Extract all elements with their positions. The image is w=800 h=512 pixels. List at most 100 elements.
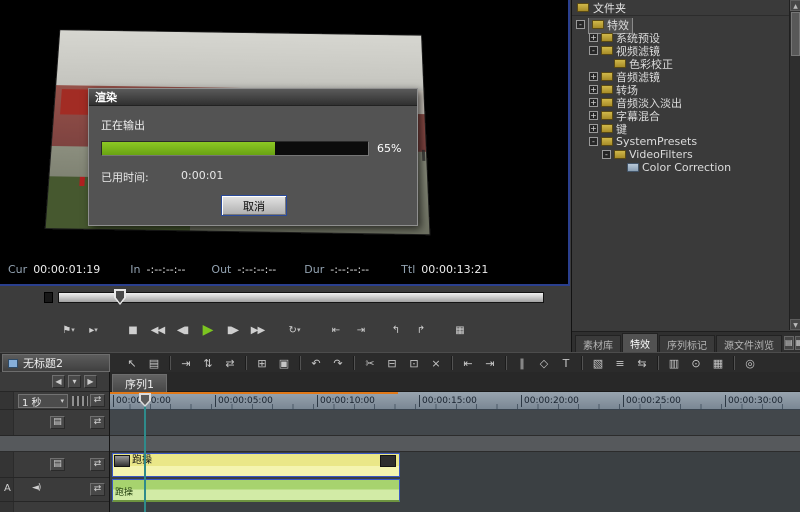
expander-icon[interactable]: - [589,137,598,146]
expand-icon: ⇄ [94,459,102,469]
tree-item-systempresets[interactable]: - SystemPresets [572,135,788,148]
match-frame-button[interactable]: ⇆ [632,355,652,371]
tab-source-browser[interactable]: 源文件浏览 [716,335,782,352]
insert-mode-button[interactable]: ⇥ [176,355,196,371]
cut-button[interactable]: ✂ [360,355,380,371]
track-expand-button[interactable]: ⇄ [90,458,105,471]
zoom-slider[interactable] [72,396,88,406]
track-header-audio[interactable]: A ◄) ⇄ [0,478,109,502]
save-project-button[interactable]: ▣ [274,355,294,371]
expander-icon[interactable]: + [589,124,598,133]
expander-icon[interactable]: - [589,46,598,55]
scrub-track[interactable] [58,292,544,303]
expander-icon[interactable]: + [589,98,598,107]
next-frame-icon: ▮▶ [227,325,238,336]
tree-item-audio-crossfade[interactable]: + 音频淡入淡出 [572,96,788,109]
icon-view-button[interactable]: ▦ [795,336,800,350]
multicam-button[interactable]: ▥ [664,355,684,371]
set-in-button[interactable]: ⇤ [458,355,478,371]
list-view-button[interactable]: ▤ [784,336,794,350]
panel-scroll-right-button[interactable]: ▶ [84,375,97,388]
goto-in-button[interactable]: ↰ [383,318,408,342]
ripple-mode-button[interactable]: ⇄ [220,355,240,371]
render-in-out-button[interactable]: ⊙ [686,355,706,371]
new-sequence-button[interactable]: ⊞ [252,355,272,371]
video-clip[interactable]: 跑操 [112,453,400,477]
expander-icon[interactable]: + [589,72,598,81]
marker-button[interactable]: ⚑ ▾ [56,318,81,342]
goto-out-button[interactable]: ↱ [408,318,433,342]
tree-scrollbar[interactable]: ▲ ▼ [789,0,800,330]
track-matte-button[interactable]: ▧ [588,355,608,371]
next-frame-button[interactable]: ▮▶ [220,318,245,342]
expand-tracks-button[interactable]: ⇄ [90,394,105,407]
expander-icon[interactable]: + [589,111,598,120]
timeline-ruler[interactable]: 00:00:00:00 00:00:05:00 00:00:10:00 00:0… [110,392,800,410]
tree-item-effects[interactable]: - 特效 [572,18,788,31]
redo-button[interactable]: ↷ [328,355,348,371]
tree-item-keyers[interactable]: + 键 [572,122,788,135]
rewind-button[interactable]: ◀◀ [145,318,170,342]
add-title-button[interactable]: T [556,355,576,371]
render-dialog-titlebar[interactable]: 渲染 [89,89,417,106]
sequence-length-indicator [110,392,398,394]
expander-icon[interactable]: + [589,33,598,42]
stop-button[interactable]: ■ [120,318,145,342]
timeline-playhead-line[interactable] [144,396,146,512]
audio-mixer-button[interactable]: ≡ [610,355,630,371]
cancel-button[interactable]: 取消 [221,195,287,216]
sequence-tab[interactable]: 序列1 [112,374,167,392]
export-timeline-button[interactable]: ▦ [708,355,728,371]
scroll-up-button[interactable]: ▲ [790,0,800,11]
project-tab[interactable]: 无标题2 [2,354,110,372]
pointer-mode-button[interactable]: ↖ [122,355,142,371]
copy-button[interactable]: ⊟ [382,355,402,371]
playback-menu-button[interactable]: ▸ ▾ [81,318,106,342]
tab-effects[interactable]: 特效 [622,333,658,352]
fast-forward-button[interactable]: ▶▶ [245,318,270,342]
track-header-1[interactable]: ▤ ⇄ [0,410,109,436]
play-button[interactable]: ▶ [195,318,220,342]
speaker-icon[interactable]: ◄) [32,483,40,493]
options-button[interactable]: ◎ [740,355,760,371]
add-cut-button[interactable]: ∥ [512,355,532,371]
previous-frame-button[interactable]: ◀▮ [170,318,195,342]
sync-mode-button[interactable]: ⇅ [198,355,218,371]
expander-icon[interactable]: - [576,20,585,29]
expander-icon[interactable]: - [602,150,611,159]
tree-item-title-mixers[interactable]: + 字幕混合 [572,109,788,122]
timescale-select[interactable]: 1 秒 ▾ [18,394,68,408]
scrollbar-thumb[interactable] [791,12,800,56]
tree-item-system-presets[interactable]: + 系统预设 [572,31,788,44]
track-expand-button[interactable]: ⇄ [90,416,105,429]
paste-button[interactable]: ⊡ [404,355,424,371]
panel-menu-button[interactable]: ▾ [68,375,81,388]
tree-item-videofilters[interactable]: - VideoFilters [572,148,788,161]
tab-sequence-marks[interactable]: 序列标记 [659,335,715,352]
tree-item-color-correction[interactable]: Color Correction [572,161,788,174]
expander-icon[interactable]: + [589,85,598,94]
next-edit-button[interactable]: ⇥ [348,318,373,342]
audio-clip[interactable]: 跑操 [112,479,400,502]
empty-track[interactable] [110,410,800,436]
track-visibility-button[interactable]: ▤ [50,416,65,429]
add-transition-button[interactable]: ◇ [534,355,554,371]
timecode-label-out: Out [211,263,231,276]
tree-item-video-filters-cn[interactable]: - 视频滤镜 [572,44,788,57]
export-button[interactable]: ▦ [447,318,472,342]
delete-button[interactable]: × [426,355,446,371]
previous-edit-button[interactable]: ⇤ [323,318,348,342]
track-header-video[interactable]: ▤ ⇄ [0,452,109,478]
timeline-mode-button[interactable]: ▤ [144,355,164,371]
track-expand-button[interactable]: ⇄ [90,483,105,496]
tab-bin[interactable]: 素材库 [575,335,621,352]
scroll-down-button[interactable]: ▼ [790,319,800,330]
tree-item-audio-filters[interactable]: + 音频滤镜 [572,70,788,83]
panel-scroll-left-button[interactable]: ◀ [52,375,65,388]
loop-button[interactable]: ↻ ▾ [282,318,307,342]
timeline-tab-row: 无标题2 ↖ ▤ ⇥ ⇅ ⇄ ⊞ ▣ ↶ ↷ ✂ ⊟ ⊡ × [0,352,800,372]
set-out-button[interactable]: ⇥ [480,355,500,371]
track-visibility-button[interactable]: ▤ [50,458,65,471]
tree-item-color-correction-cn[interactable]: 色彩校正 [572,57,788,70]
undo-button[interactable]: ↶ [306,355,326,371]
